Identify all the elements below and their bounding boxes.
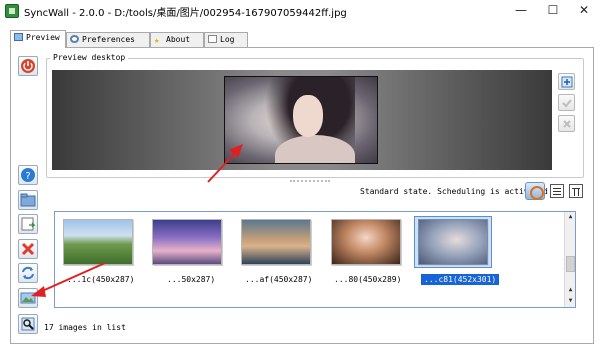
wallpaper-preview[interactable] <box>224 76 378 164</box>
image-thumbnail[interactable] <box>418 219 488 265</box>
view-button[interactable] <box>18 314 38 334</box>
export-icon <box>21 217 36 231</box>
check-icon <box>561 98 572 107</box>
close-button[interactable]: ✕ <box>570 0 598 22</box>
refresh-button[interactable] <box>18 263 38 283</box>
scroll-thumb[interactable] <box>566 256 575 272</box>
tab-label: About <box>166 35 191 44</box>
refresh-icon <box>22 266 34 280</box>
delete-button[interactable] <box>18 239 38 259</box>
wallpaper-icon <box>20 292 36 304</box>
image-thumbnail[interactable] <box>331 219 401 265</box>
window-title: SyncWall - 2.0.0 - D:/tools/桌面/图片/002954… <box>24 8 347 19</box>
help-icon: ? <box>21 168 35 182</box>
scroll-up-arrow[interactable]: ▲ <box>565 212 576 222</box>
plus-icon <box>561 76 572 87</box>
tab-log[interactable]: Log <box>204 32 248 48</box>
title-bar: SyncWall - 2.0.0 - D:/tools/桌面/图片/002954… <box>0 0 600 22</box>
tab-about[interactable]: ★ About <box>150 32 204 48</box>
image-caption: ...1c(450x287) <box>67 275 135 284</box>
image-thumbnail[interactable] <box>241 219 311 265</box>
app-icon <box>5 4 19 18</box>
minimize-button[interactable]: — <box>507 0 535 22</box>
scroll-bottom-arrow[interactable]: ▼ <box>565 296 576 306</box>
tab-preferences[interactable]: Preferences <box>66 32 150 48</box>
power-button[interactable] <box>18 56 38 76</box>
image-caption: ...80(450x289) <box>334 275 402 284</box>
add-image-button[interactable] <box>18 214 38 234</box>
list-view-button[interactable] <box>550 184 564 198</box>
power-icon <box>21 59 35 73</box>
image-caption: ...af(450x287) <box>245 275 313 284</box>
preview-group-title: Preview desktop <box>50 53 129 62</box>
list-scrollbar[interactable]: ▲ ▲ ▼ <box>564 212 575 307</box>
tab-label: Preview <box>26 33 60 42</box>
image-count: 17 images in list <box>44 323 126 332</box>
gear-icon <box>70 35 79 43</box>
status-text: Standard state. Scheduling is activated <box>360 187 548 196</box>
monitor-icon <box>14 33 23 41</box>
help-button[interactable]: ? <box>18 165 38 185</box>
set-wallpaper-button[interactable] <box>18 288 38 308</box>
star-icon: ★ <box>154 36 160 46</box>
schedule-icon[interactable] <box>525 182 545 200</box>
magnifier-icon <box>21 317 35 331</box>
confirm-button[interactable] <box>558 94 575 111</box>
tab-label: Preferences <box>82 35 135 44</box>
image-caption: ...50x287) <box>167 275 216 284</box>
image-thumbnail[interactable] <box>152 219 222 265</box>
image-caption-selected: ...c81(452x301) <box>421 274 500 285</box>
image-thumbnail[interactable] <box>63 219 133 265</box>
column-view-button[interactable] <box>569 184 583 198</box>
add-folder-button[interactable] <box>18 190 38 210</box>
notepad-icon <box>208 35 217 43</box>
svg-text:?: ? <box>25 171 30 182</box>
tab-preview[interactable]: Preview <box>10 30 66 48</box>
preview-image-part <box>293 95 323 137</box>
delete-icon <box>21 242 35 256</box>
scroll-down-arrow[interactable]: ▲ <box>565 285 576 295</box>
x-icon <box>562 119 571 128</box>
splitter-handle[interactable] <box>290 180 330 182</box>
folder-icon <box>20 193 36 207</box>
add-monitor-button[interactable] <box>558 73 575 90</box>
maximize-button[interactable]: ☐ <box>539 0 567 22</box>
tab-label: Log <box>220 35 235 44</box>
remove-monitor-button[interactable] <box>558 115 575 132</box>
